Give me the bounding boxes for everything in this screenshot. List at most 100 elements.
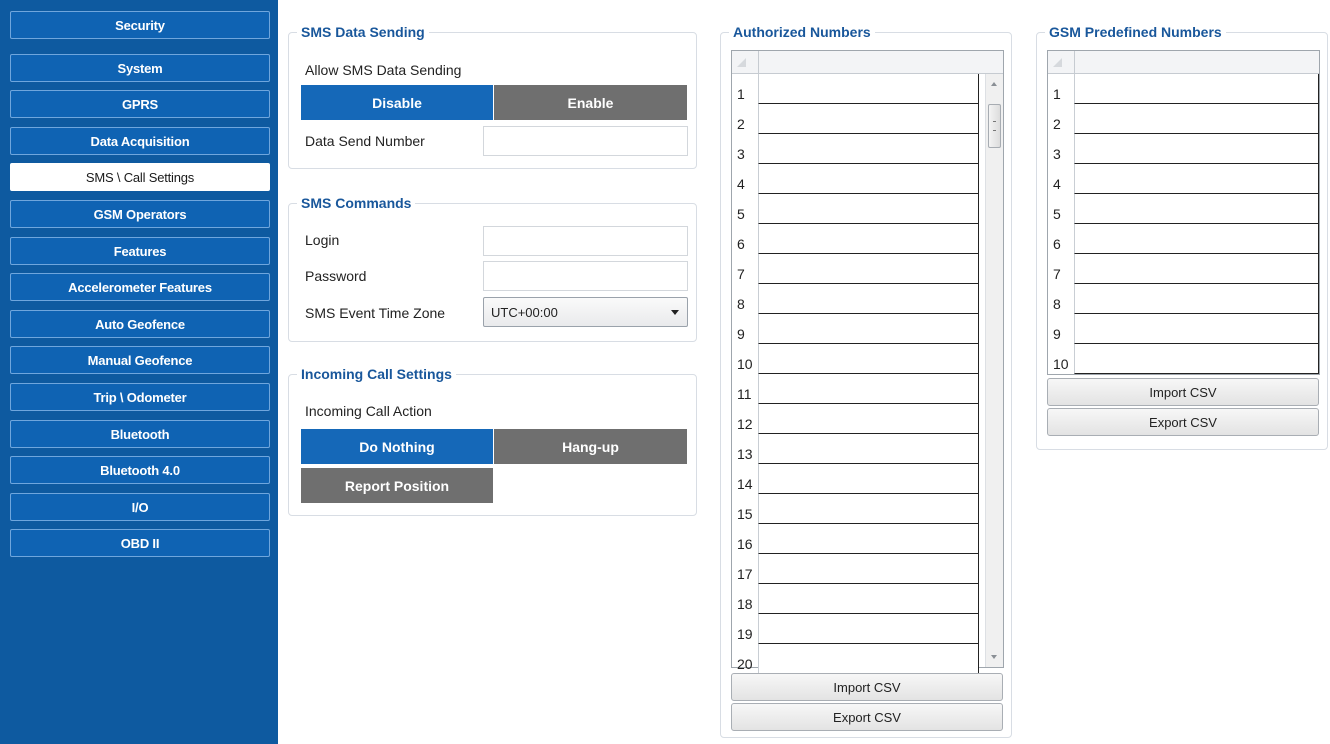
scroll-thumb[interactable] xyxy=(988,104,1001,148)
sidebar-item-security[interactable]: Security xyxy=(10,11,270,39)
sidebar-item-manual-geofence[interactable]: Manual Geofence xyxy=(10,346,270,374)
phone-number-cell[interactable] xyxy=(1074,104,1319,134)
phone-number-cell[interactable] xyxy=(758,134,979,164)
table-row: 7 xyxy=(732,254,979,284)
table-row: 3 xyxy=(732,134,979,164)
phone-number-cell[interactable] xyxy=(758,554,979,584)
sidebar-item-trip-odometer[interactable]: Trip \ Odometer xyxy=(10,383,270,411)
table-row: 10 xyxy=(732,344,979,374)
row-number: 1 xyxy=(1053,86,1061,102)
import-csv-button[interactable]: Import CSV xyxy=(731,673,1003,701)
incoming-call-action-label: Incoming Call Action xyxy=(305,403,432,419)
disable-button[interactable]: Disable xyxy=(300,84,494,121)
phone-number-cell[interactable] xyxy=(758,374,979,404)
gsm-export-csv-button[interactable]: Export CSV xyxy=(1047,408,1319,436)
do-nothing-button[interactable]: Do Nothing xyxy=(300,428,494,465)
table-row: 10 xyxy=(1048,344,1319,374)
row-number: 2 xyxy=(1053,116,1061,132)
authorized-numbers-grid[interactable]: 1 2 3 4 5 6 7 8 9 10 11 12 13 14 15 16 17 18 19 20 xyxy=(731,50,1004,674)
sidebar-item-bluetooth[interactable]: Bluetooth xyxy=(10,420,270,448)
phone-number-cell[interactable] xyxy=(758,524,979,554)
table-row: 11 xyxy=(732,374,979,404)
row-number: 19 xyxy=(737,626,753,642)
row-number: 7 xyxy=(737,266,745,282)
row-number: 1 xyxy=(737,86,745,102)
table-row: 6 xyxy=(1048,224,1319,254)
phone-number-cell[interactable] xyxy=(1074,224,1319,254)
table-row: 5 xyxy=(732,194,979,224)
sidebar-item-sms-call-settings[interactable]: SMS \ Call Settings xyxy=(10,163,270,191)
phone-number-cell[interactable] xyxy=(758,404,979,434)
sidebar-item-data-acquisition[interactable]: Data Acquisition xyxy=(10,127,270,155)
column-separator xyxy=(758,51,759,73)
data-send-number-input[interactable] xyxy=(483,126,688,156)
phone-number-cell[interactable] xyxy=(758,434,979,464)
phone-number-cell[interactable] xyxy=(1074,254,1319,284)
login-label: Login xyxy=(305,232,340,248)
phone-number-cell[interactable] xyxy=(758,284,979,314)
phone-number-cell[interactable] xyxy=(758,74,979,104)
table-row: 14 xyxy=(732,464,979,494)
phone-number-cell[interactable] xyxy=(758,344,979,374)
phone-number-cell[interactable] xyxy=(1074,194,1319,224)
row-number: 17 xyxy=(737,566,753,582)
select-all-corner-icon[interactable] xyxy=(1053,58,1062,67)
phone-number-cell[interactable] xyxy=(758,314,979,344)
phone-number-cell[interactable] xyxy=(1074,164,1319,194)
phone-number-cell[interactable] xyxy=(758,254,979,284)
sidebar-item-io[interactable]: I/O xyxy=(10,493,270,521)
hang-up-button[interactable]: Hang-up xyxy=(493,428,688,465)
phone-number-cell[interactable] xyxy=(1074,284,1319,314)
scroll-up-icon[interactable] xyxy=(991,82,997,86)
phone-number-cell[interactable] xyxy=(1074,134,1319,164)
phone-number-cell[interactable] xyxy=(758,464,979,494)
sidebar-item-bluetooth-4[interactable]: Bluetooth 4.0 xyxy=(10,456,270,484)
row-number: 7 xyxy=(1053,266,1061,282)
phone-number-cell[interactable] xyxy=(758,194,979,224)
phone-number-cell[interactable] xyxy=(758,104,979,134)
row-number: 16 xyxy=(737,536,753,552)
gsm-import-csv-button[interactable]: Import CSV xyxy=(1047,378,1319,406)
vertical-scrollbar[interactable] xyxy=(985,74,1003,667)
authorized-numbers-title: Authorized Numbers xyxy=(729,23,875,41)
sidebar-item-accelerometer-features[interactable]: Accelerometer Features xyxy=(10,273,270,301)
phone-number-cell[interactable] xyxy=(1074,314,1319,344)
phone-number-cell[interactable] xyxy=(758,584,979,614)
phone-number-cell[interactable] xyxy=(758,494,979,524)
incoming-call-settings-group: Incoming Call Settings Incoming Call Act… xyxy=(288,365,697,516)
phone-number-cell[interactable] xyxy=(758,614,979,644)
row-number: 5 xyxy=(737,206,745,222)
phone-number-cell[interactable] xyxy=(758,224,979,254)
table-row: 4 xyxy=(732,164,979,194)
row-number: 9 xyxy=(1053,326,1061,342)
row-number: 8 xyxy=(737,296,745,312)
sidebar-item-auto-geofence[interactable]: Auto Geofence xyxy=(10,310,270,338)
grid-header xyxy=(1048,51,1319,74)
sidebar-nav: Security System GPRS Data Acquisition SM… xyxy=(0,0,278,744)
select-all-corner-icon[interactable] xyxy=(737,58,746,67)
phone-number-cell[interactable] xyxy=(758,164,979,194)
row-number: 6 xyxy=(1053,236,1061,252)
sidebar-item-gsm-operators[interactable]: GSM Operators xyxy=(10,200,270,228)
sidebar-item-obd-ii[interactable]: OBD II xyxy=(10,529,270,557)
row-number: 14 xyxy=(737,476,753,492)
row-number: 11 xyxy=(737,386,752,402)
enable-button[interactable]: Enable xyxy=(493,84,688,121)
table-row: 13 xyxy=(732,434,979,464)
row-number: 5 xyxy=(1053,206,1061,222)
time-zone-select[interactable]: UTC+00:00 xyxy=(483,297,688,327)
phone-number-cell[interactable] xyxy=(1074,344,1319,374)
password-input[interactable] xyxy=(483,261,688,291)
phone-number-cell[interactable] xyxy=(758,644,979,674)
report-position-button[interactable]: Report Position xyxy=(300,467,494,504)
gsm-predefined-grid[interactable]: 1 2 3 4 5 6 7 8 9 10 xyxy=(1047,50,1320,375)
sidebar-item-features[interactable]: Features xyxy=(10,237,270,265)
row-number: 6 xyxy=(737,236,745,252)
sidebar-item-gprs[interactable]: GPRS xyxy=(10,90,270,118)
table-row: 1 xyxy=(732,74,979,104)
login-input[interactable] xyxy=(483,226,688,256)
scroll-down-icon[interactable] xyxy=(991,655,997,659)
phone-number-cell[interactable] xyxy=(1074,74,1319,104)
sidebar-item-system[interactable]: System xyxy=(10,54,270,82)
export-csv-button[interactable]: Export CSV xyxy=(731,703,1003,731)
